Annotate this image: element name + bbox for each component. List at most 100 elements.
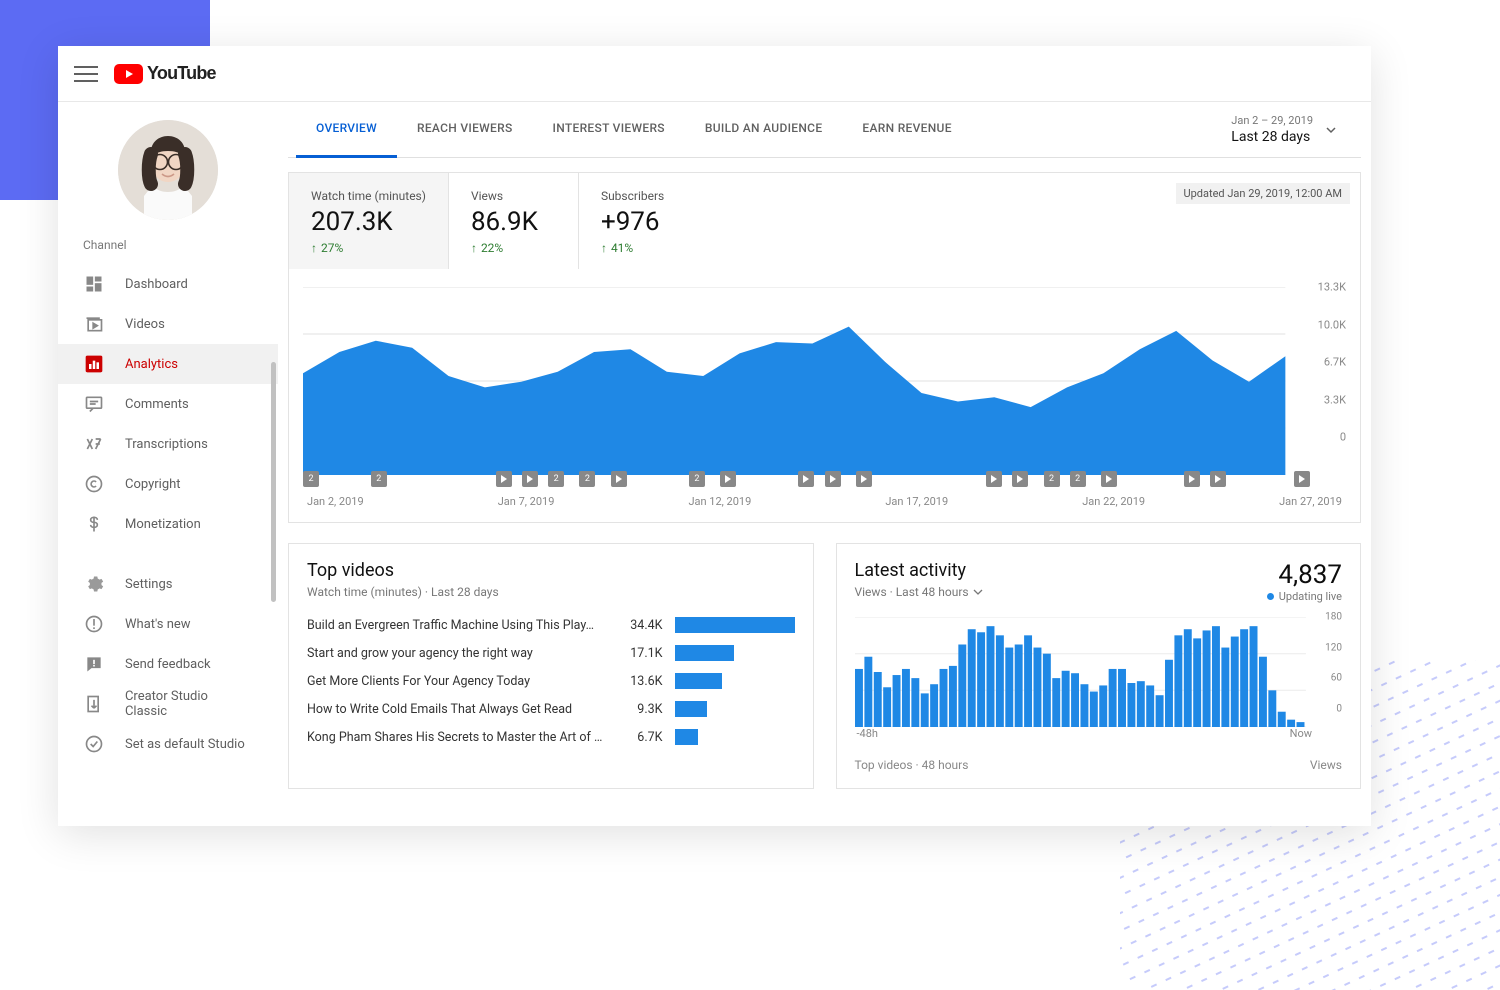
play-marker-icon[interactable] — [825, 471, 841, 487]
overview-card: Watch time (minutes)207.3K27%Views86.9K2… — [288, 172, 1361, 523]
count-marker[interactable]: 2 — [1070, 471, 1086, 487]
play-marker-icon[interactable] — [611, 471, 627, 487]
updating-live-badge: Updating live — [1267, 590, 1342, 603]
sidebar-item-label: Analytics — [125, 357, 178, 372]
chevron-down-icon — [973, 587, 983, 597]
tab-reach-viewers[interactable]: REACH VIEWERS — [397, 102, 533, 158]
play-marker-icon[interactable] — [522, 471, 538, 487]
top-videos-subtitle: Watch time (minutes) · Last 28 days — [307, 585, 795, 599]
play-marker-icon[interactable] — [720, 471, 736, 487]
top-video-row[interactable]: Get More Clients For Your Agency Today13… — [307, 673, 795, 689]
updated-badge: Updated Jan 29, 2019, 12:00 AM — [1176, 183, 1351, 204]
count-marker[interactable]: 2 — [1044, 471, 1060, 487]
latest-activity-chart: 180120600 — [855, 617, 1343, 727]
transcriptions-icon — [83, 433, 105, 455]
chart-x-labels: Jan 2, 2019Jan 7, 2019Jan 12, 2019Jan 17… — [303, 489, 1346, 512]
whatsnew-icon — [83, 613, 105, 635]
watch-time-chart: 13.3K10.0K6.7K3.3K0 2222222 Jan 2, 2019J… — [289, 269, 1360, 522]
sidebar-item-what-s-new[interactable]: What's new — [58, 604, 278, 644]
sidebar-item-label: What's new — [125, 617, 191, 632]
top-video-row[interactable]: How to Write Cold Emails That Always Get… — [307, 701, 795, 717]
la-footer-left[interactable]: Top videos · 48 hours — [855, 758, 969, 772]
count-marker[interactable]: 2 — [579, 471, 595, 487]
play-marker-icon[interactable] — [1101, 471, 1117, 487]
top-video-row[interactable]: Start and grow your agency the right way… — [307, 645, 795, 661]
feedback-icon — [83, 653, 105, 675]
sidebar-item-monetization[interactable]: Monetization — [58, 504, 278, 544]
app-window: YouTube Channel Dashboard Videos Analytics… — [58, 46, 1371, 826]
sidebar-item-label: Send feedback — [125, 657, 211, 672]
sidebar-item-label: Set as default Studio — [125, 737, 245, 752]
videos-icon — [83, 313, 105, 335]
count-marker[interactable]: 2 — [371, 471, 387, 487]
count-marker[interactable]: 2 — [689, 471, 705, 487]
sidebar-item-videos[interactable]: Videos — [58, 304, 278, 344]
dashboard-icon — [83, 273, 105, 295]
play-marker-icon[interactable] — [1294, 471, 1310, 487]
defaultstudio-icon — [83, 733, 105, 755]
sidebar-item-label: Videos — [125, 317, 165, 332]
date-range-picker[interactable]: Jan 2 – 29, 2019 Last 28 days — [1231, 114, 1353, 145]
sidebar-item-comments[interactable]: Comments — [58, 384, 278, 424]
monetization-icon — [83, 513, 105, 535]
tab-build-an-audience[interactable]: BUILD AN AUDIENCE — [685, 102, 843, 158]
kpi-subscribers[interactable]: Subscribers+97641% — [579, 173, 709, 269]
chevron-down-icon — [1325, 124, 1337, 136]
latest-activity-card: Latest activity Views · Last 48 hours 4,… — [836, 543, 1362, 789]
latest-activity-x-labels: -48h Now — [855, 727, 1343, 740]
topbar: YouTube — [58, 46, 1371, 102]
play-marker-icon[interactable] — [496, 471, 512, 487]
sidebar-item-creator-studio-classic[interactable]: Creator Studio Classic — [58, 684, 278, 724]
channel-avatar[interactable] — [58, 102, 278, 230]
count-marker[interactable]: 2 — [303, 471, 319, 487]
sidebar-item-dashboard[interactable]: Dashboard — [58, 264, 278, 304]
chart-markers: 2222222 — [303, 471, 1346, 489]
settings-icon — [83, 573, 105, 595]
play-marker-icon[interactable] — [1210, 471, 1226, 487]
analytics-icon — [83, 353, 105, 375]
youtube-wordmark: YouTube — [147, 63, 216, 84]
tab-interest-viewers[interactable]: INTEREST VIEWERS — [533, 102, 685, 158]
channel-label: Channel — [58, 230, 278, 264]
play-marker-icon[interactable] — [986, 471, 1002, 487]
count-marker[interactable]: 2 — [548, 471, 564, 487]
youtube-logo[interactable]: YouTube — [114, 63, 216, 84]
tab-overview[interactable]: OVERVIEW — [296, 102, 397, 158]
sidebar-item-copyright[interactable]: Copyright — [58, 464, 278, 504]
sidebar-item-send-feedback[interactable]: Send feedback — [58, 644, 278, 684]
sidebar-item-label: Comments — [125, 397, 189, 412]
sidebar-item-label: Monetization — [125, 517, 201, 532]
play-marker-icon[interactable] — [1184, 471, 1200, 487]
kpi-watch-time-minutes-[interactable]: Watch time (minutes)207.3K27% — [289, 173, 449, 269]
latest-activity-value: 4,837 — [1267, 560, 1342, 590]
sidebar-item-transcriptions[interactable]: Transcriptions — [58, 424, 278, 464]
copyright-icon — [83, 473, 105, 495]
top-video-row[interactable]: Build an Evergreen Traffic Machine Using… — [307, 617, 795, 633]
play-marker-icon[interactable] — [1012, 471, 1028, 487]
main-content: OVERVIEWREACH VIEWERSINTEREST VIEWERSBUI… — [278, 102, 1371, 826]
comments-icon — [83, 393, 105, 415]
menu-icon[interactable] — [74, 62, 98, 86]
latest-activity-subtitle[interactable]: Views · Last 48 hours — [855, 585, 983, 599]
top-video-row[interactable]: Kong Pham Shares His Secrets to Master t… — [307, 729, 795, 745]
sidebar: Channel Dashboard Videos Analytics Comments… — [58, 102, 278, 826]
tab-earn-revenue[interactable]: EARN REVENUE — [842, 102, 971, 158]
tabs-row: OVERVIEWREACH VIEWERSINTEREST VIEWERSBUI… — [288, 102, 1361, 158]
top-videos-card: Top videos Watch time (minutes) · Last 2… — [288, 543, 814, 789]
la-footer-right: Views — [1310, 758, 1342, 772]
kpi-views[interactable]: Views86.9K22% — [449, 173, 579, 269]
sidebar-item-label: Transcriptions — [125, 437, 208, 452]
date-range-text: Jan 2 – 29, 2019 — [1231, 114, 1313, 127]
sidebar-item-label: Copyright — [125, 477, 181, 492]
sidebar-item-set-as-default-studio[interactable]: Set as default Studio — [58, 724, 278, 764]
sidebar-item-settings[interactable]: Settings — [58, 564, 278, 604]
sidebar-item-analytics[interactable]: Analytics — [58, 344, 278, 384]
date-range-label: Last 28 days — [1231, 129, 1313, 145]
sidebar-scrollbar[interactable] — [271, 362, 276, 602]
kpi-row: Watch time (minutes)207.3K27%Views86.9K2… — [289, 173, 1360, 269]
play-marker-icon[interactable] — [856, 471, 872, 487]
play-marker-icon[interactable] — [798, 471, 814, 487]
classic-icon — [83, 693, 105, 715]
sidebar-item-label: Dashboard — [125, 277, 188, 292]
sidebar-item-label: Creator Studio Classic — [125, 689, 253, 719]
